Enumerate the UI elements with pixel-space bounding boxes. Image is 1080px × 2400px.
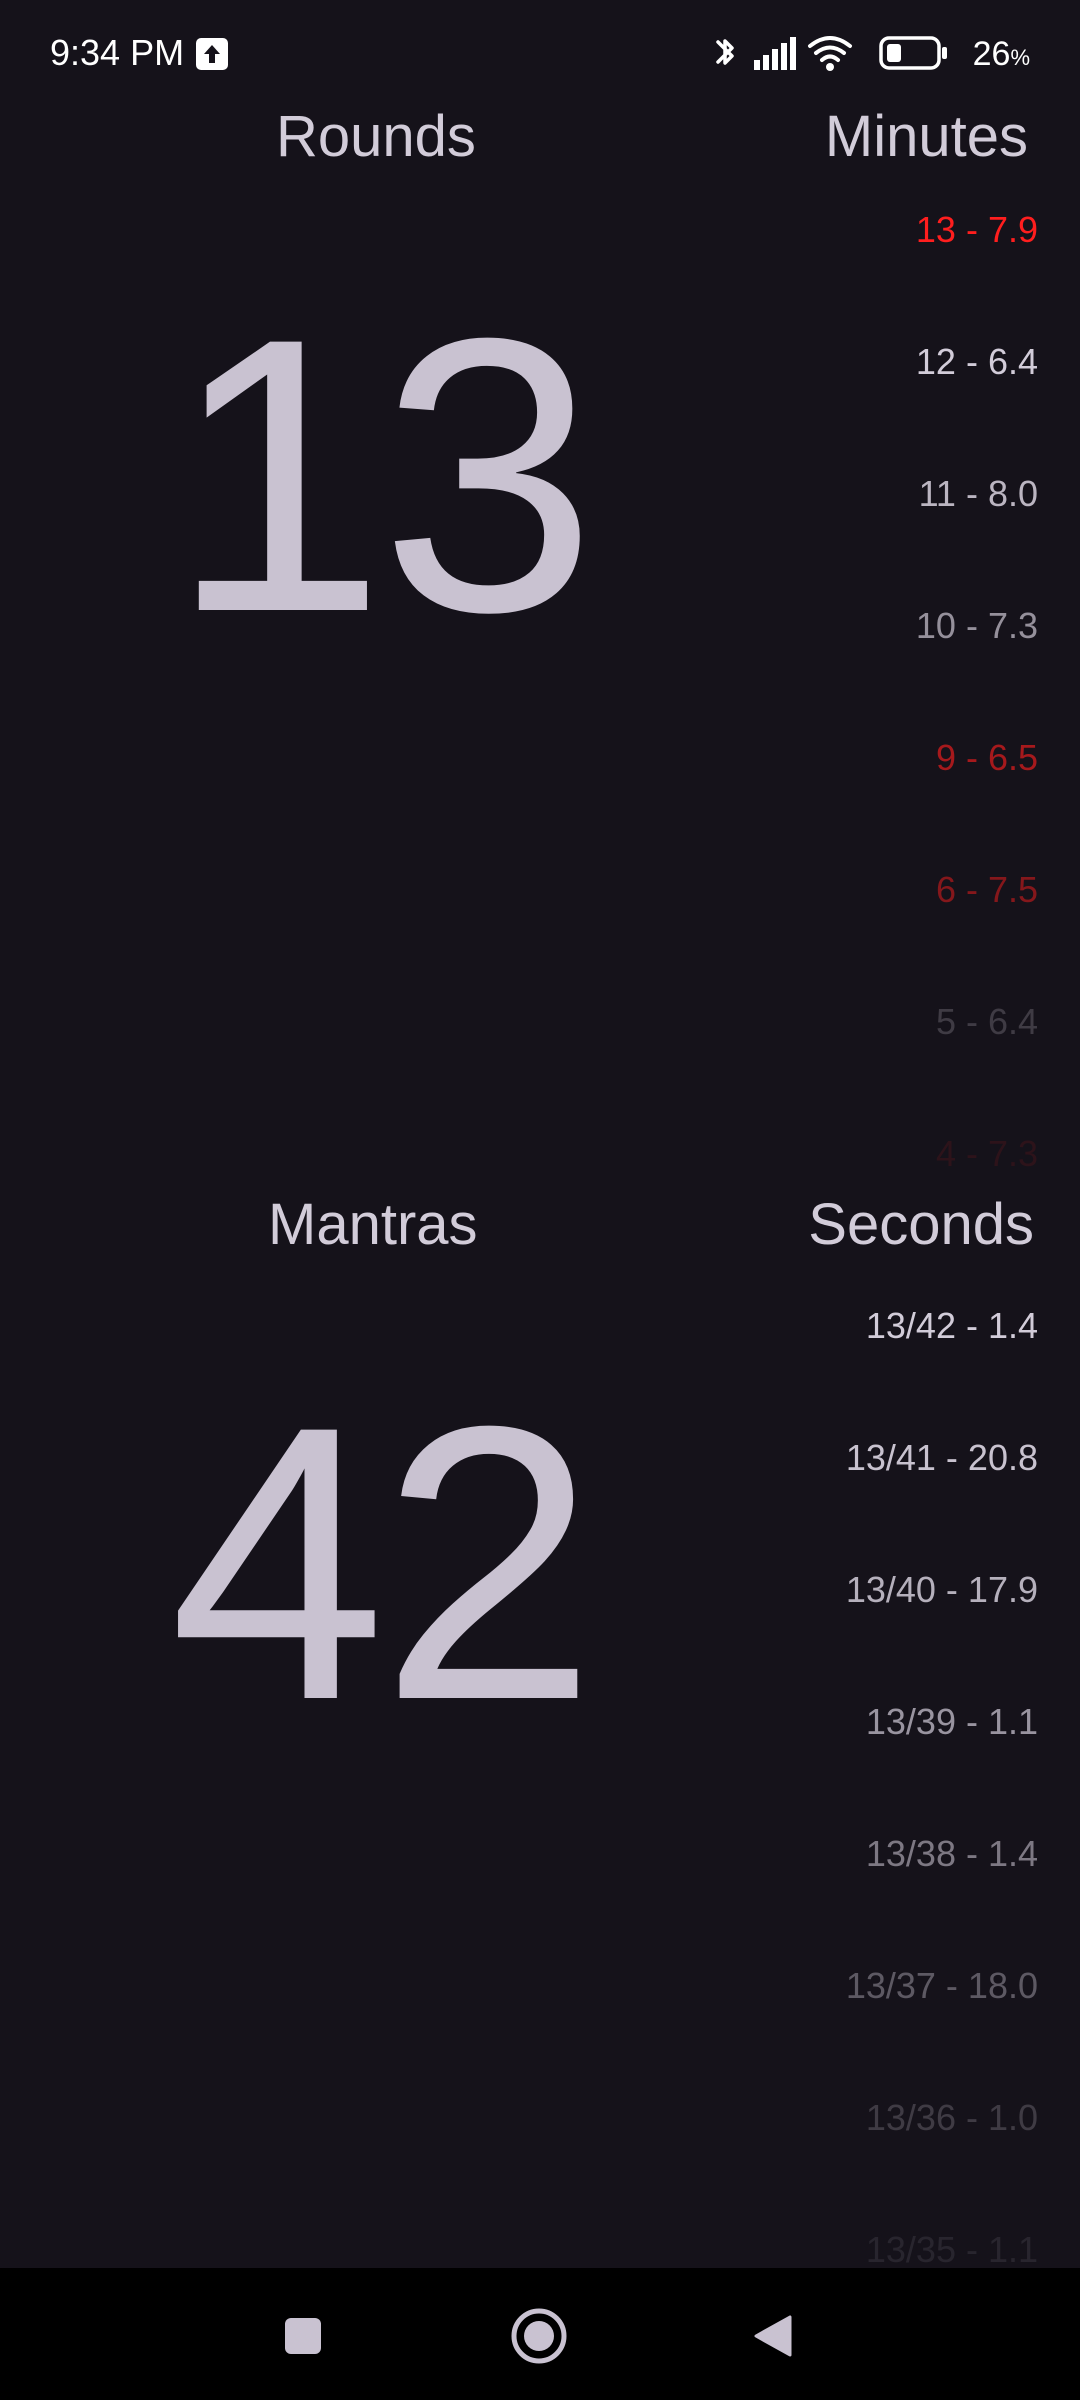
- rounds-counter[interactable]: 13: [120, 280, 640, 670]
- bluetooth-icon: [716, 39, 734, 65]
- mantras-header: Mantras: [268, 1192, 478, 1257]
- battery-percent: 26%: [972, 35, 1030, 73]
- seconds-log-item: 13/36 - 1.0: [865, 2097, 1038, 2138]
- seconds-log-list[interactable]: 13/42 - 1.4 13/41 - 20.8 13/40 - 17.9 13/39…: [698, 1296, 1038, 2268]
- minutes-log-list[interactable]: 13 - 7.9 12 - 6.4 11 - 8.0 10 - 7.3 9 - 6.5 6…: [698, 200, 1038, 1170]
- mantras-counter[interactable]: 42: [120, 1368, 640, 1758]
- seconds-log-item: 13/40 - 17.9: [845, 1569, 1038, 1610]
- minutes-log-item: 13 - 7.9: [915, 209, 1038, 250]
- minutes-log-item: 12 - 6.4: [915, 341, 1038, 382]
- status-bar: 9:34 PM 26%: [0, 0, 1080, 110]
- minutes-log-item: 5 - 6.4: [935, 1001, 1038, 1042]
- back-button[interactable]: [752, 2314, 794, 2358]
- seconds-header: Seconds: [808, 1192, 1034, 1257]
- wifi-icon: [808, 36, 852, 71]
- seconds-log-item: 13/42 - 1.4: [865, 1305, 1038, 1346]
- seconds-log-item: 13/39 - 1.1: [865, 1701, 1038, 1742]
- minutes-log-item: 6 - 7.5: [935, 869, 1038, 910]
- minutes-log-item: 10 - 7.3: [915, 605, 1038, 646]
- home-button[interactable]: [510, 2307, 568, 2365]
- minutes-log-item: 11 - 8.0: [918, 473, 1038, 514]
- signal-icon: [754, 37, 796, 70]
- minutes-log-item: 9 - 6.5: [935, 737, 1038, 778]
- rounds-header: Rounds: [276, 104, 476, 169]
- seconds-log-item: 13/37 - 18.0: [845, 1965, 1038, 2006]
- seconds-log-item: 13/35 - 1.1: [865, 2229, 1038, 2268]
- minutes-log-item: 4 - 7.3: [935, 1133, 1038, 1170]
- recents-button[interactable]: [283, 2316, 323, 2356]
- seconds-log-item: 13/41 - 20.8: [845, 1437, 1038, 1478]
- seconds-log-item: 13/38 - 1.4: [865, 1833, 1038, 1874]
- upload-notification-icon: [196, 38, 228, 70]
- navigation-bar: [0, 2268, 1080, 2400]
- battery-icon: [879, 36, 947, 70]
- minutes-header: Minutes: [824, 104, 1028, 169]
- status-time: 9:34 PM: [50, 32, 185, 73]
